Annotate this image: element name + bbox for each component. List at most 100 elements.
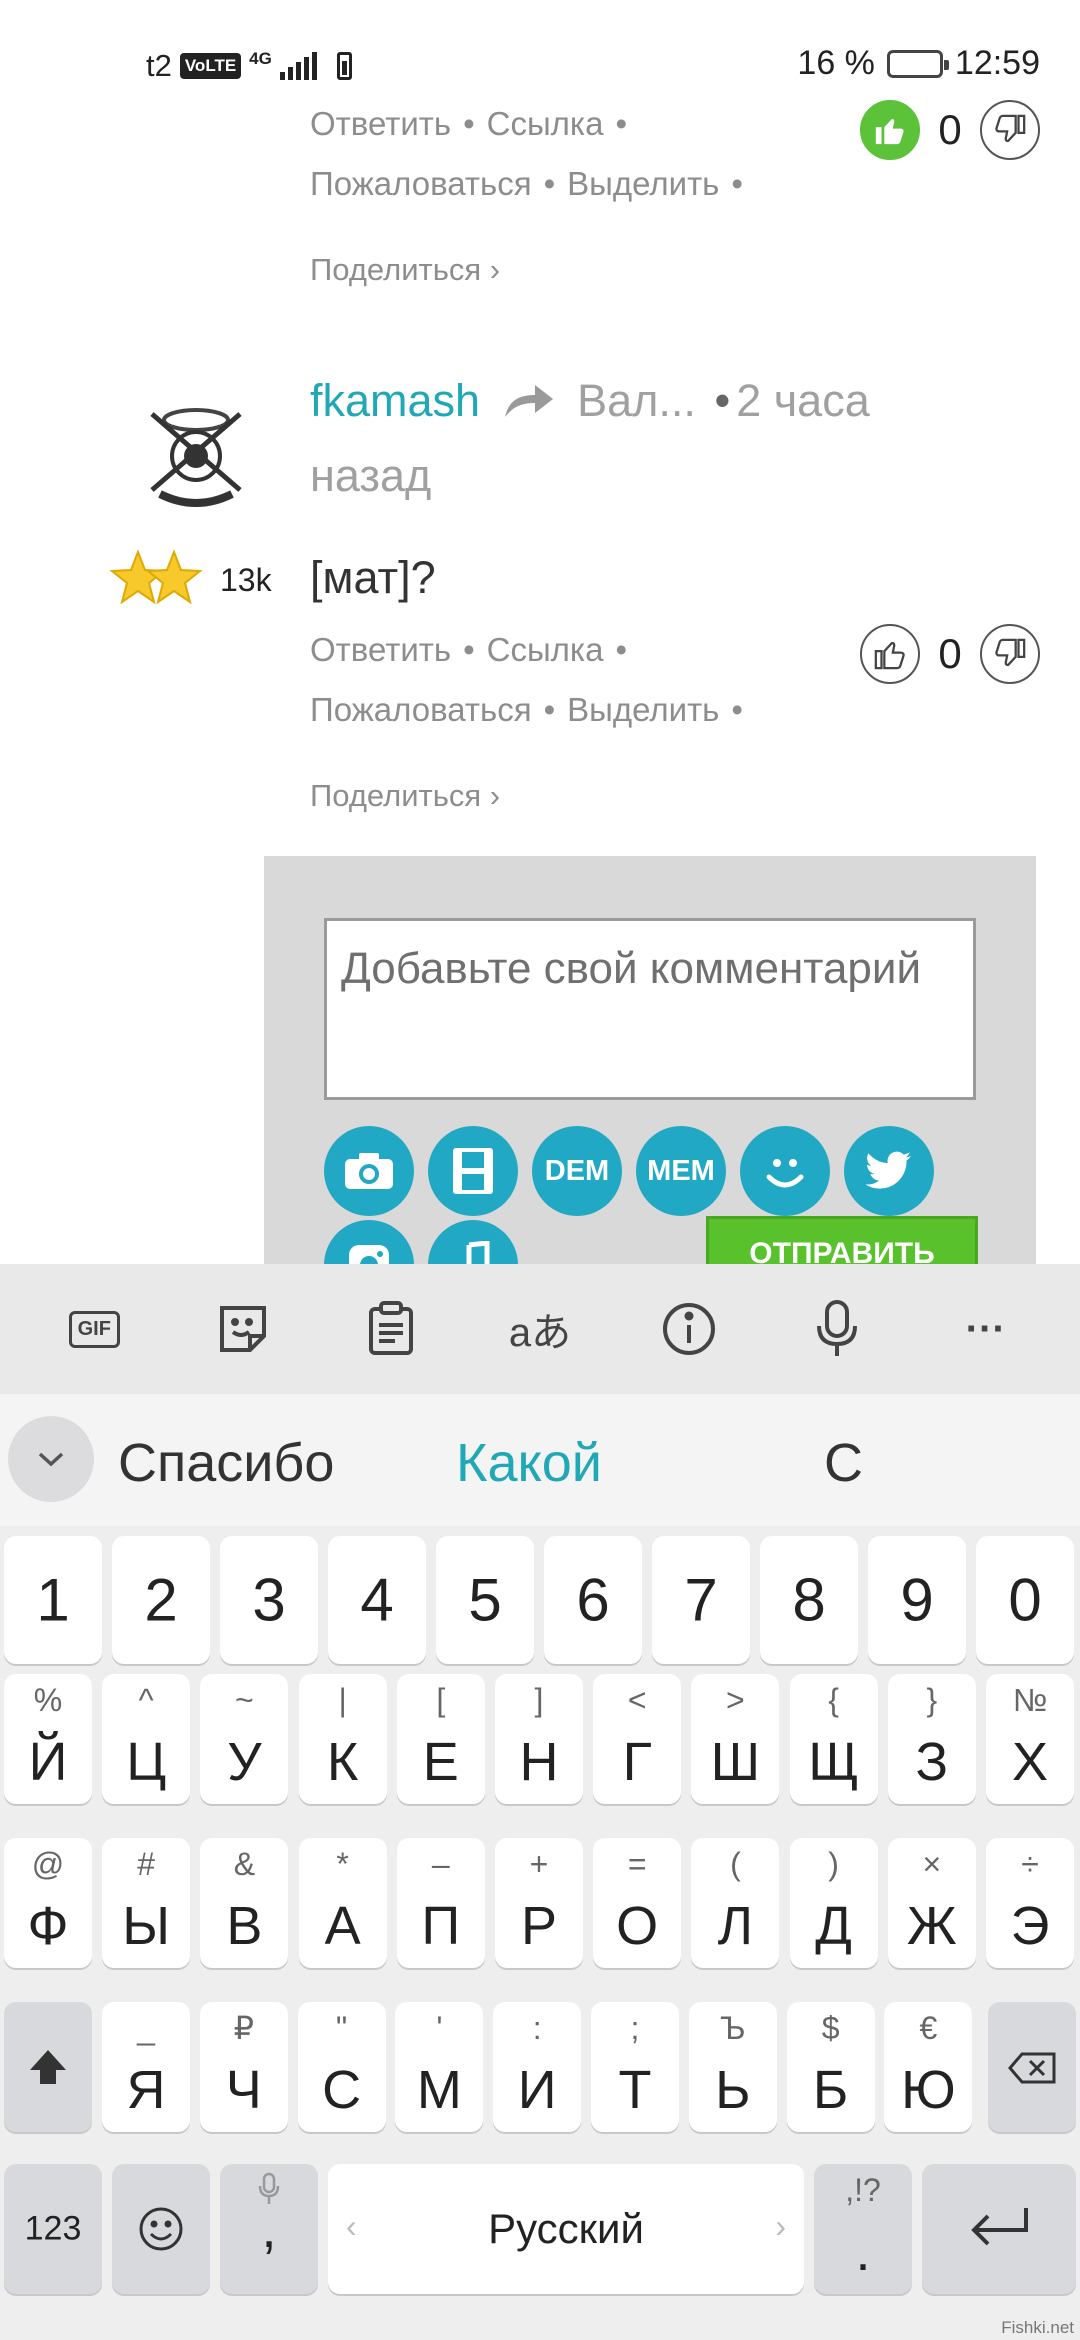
key-Л[interactable]: (Л [691,1838,780,1968]
dem-button[interactable]: DEM [532,1126,622,1216]
mic-icon[interactable] [797,1289,877,1369]
key-Ч[interactable]: ₽ Ч [199,2002,288,2132]
share-link[interactable]: Поделиться › [310,778,500,814]
key-Я[interactable]: _ Я [102,2002,190,2132]
symbols-key[interactable]: 123 [4,2164,102,2294]
space-key[interactable]: Русский ‹ › [328,2164,804,2294]
thumbs-down-icon[interactable] [980,624,1040,684]
key-Ш[interactable]: > Ш [691,1674,780,1804]
key-Э[interactable]: ÷ Э [986,1838,1074,1968]
key-М[interactable]: ' М [395,2002,484,2132]
key-8[interactable]: 8 [760,1536,858,1664]
key-Й[interactable]: % Й [4,1674,92,1804]
key-Е[interactable]: [Е [396,1674,485,1804]
key-Ж[interactable]: × Ж [887,1838,976,1968]
key-С[interactable]: " С [297,2002,386,2132]
key-5[interactable]: 5 [436,1536,534,1664]
key-И[interactable]: :И [493,2002,582,2132]
twitter-icon[interactable] [844,1126,934,1216]
key-О[interactable]: = О [593,1838,682,1968]
key-1[interactable]: 1 [4,1536,102,1664]
battery-icon [886,49,949,78]
key-Ы[interactable]: # Ы [102,1838,191,1968]
key-9[interactable]: 9 [868,1536,966,1664]
key-Ь[interactable]: ЪЬ [688,2002,777,2132]
chevron-down-icon[interactable] [8,1416,94,1502]
key-Д[interactable]: ) Д [789,1838,878,1968]
key-В[interactable]: & В [200,1838,289,1968]
key-И-alt: : [532,2010,542,2046]
reply-to-user[interactable]: Вал... [577,375,696,426]
status-left: t2 VoLTE 4G [146,48,352,84]
suggestion-1[interactable]: Спасибо [118,1432,334,1494]
smiley-icon[interactable] [740,1126,830,1216]
key-7[interactable]: 7 [652,1536,750,1664]
info-icon[interactable] [649,1289,729,1369]
status-right: 16 % 12:59 [797,44,1040,83]
key-Р-alt: + [529,1846,549,1882]
video-icon[interactable] [428,1126,518,1216]
clipboard-icon[interactable] [351,1289,431,1369]
link-link[interactable]: Ссылка [487,105,604,142]
thumbs-up-icon[interactable] [860,624,920,684]
key-4[interactable]: 4 [328,1536,426,1664]
key-П[interactable]: – П [396,1838,485,1968]
key-З[interactable]: } З [887,1674,976,1804]
key-0[interactable]: 0 [976,1536,1074,1664]
key-Х[interactable]: № Х [986,1674,1074,1804]
key-Б[interactable]: $ Б [786,2002,875,2132]
report-link[interactable]: Пожаловаться [310,691,532,728]
key-2[interactable]: 2 [112,1536,210,1664]
link-link[interactable]: Ссылка [487,631,604,668]
key-Э-label: Э [1010,1896,1050,1956]
highlight-link[interactable]: Выделить [567,691,719,728]
key-Х-alt: № [1012,1682,1048,1718]
comment-input[interactable]: Добавьте свой комментарий [324,918,976,1100]
key-3[interactable]: 3 [220,1536,318,1664]
report-link[interactable]: Пожаловаться [310,165,532,202]
key-Щ[interactable]: {Щ [789,1674,878,1804]
sticker-icon[interactable] [203,1289,283,1369]
key-Ф[interactable]: @ Ф [4,1838,92,1968]
thumbs-up-icon[interactable] [860,100,920,160]
prev-share-link[interactable]: Поделиться › [310,252,500,288]
highlight-link[interactable]: Выделить [567,165,719,202]
key-Н[interactable]: ] Н [495,1674,583,1804]
enter-key[interactable] [922,2164,1076,2294]
gif-label: GIF [68,1310,120,1348]
key-Ф-label: Ф [27,1896,69,1956]
shift-key[interactable] [4,2002,92,2132]
backspace-icon [1008,2052,1056,2084]
suggestion-2[interactable]: Какой [456,1432,602,1494]
emoji-key[interactable] [112,2164,210,2294]
key-4-label: 4 [360,1566,394,1634]
thumbs-down-icon[interactable] [980,100,1040,160]
reply-link[interactable]: Ответить [310,631,451,668]
reply-link[interactable]: Ответить [310,105,451,142]
key-Ц[interactable]: ^ Ц [102,1674,191,1804]
camera-icon[interactable] [324,1126,414,1216]
username-link[interactable]: fkamash [310,375,480,426]
key-Т[interactable]: ; Т [591,2002,679,2132]
key-Р[interactable]: + Р [495,1838,583,1968]
carrier-label: t2 [146,48,172,83]
key-6[interactable]: 6 [544,1536,642,1664]
translate-icon[interactable]: aあ [500,1289,580,1369]
more-icon[interactable]: ··· [946,1289,1026,1369]
key-Г[interactable]: < Г [593,1674,682,1804]
comma-key[interactable]: , [220,2164,318,2294]
key-Ц-label: Ц [126,1732,167,1792]
avatar[interactable] [134,390,258,514]
backspace-key[interactable] [988,2002,1076,2132]
key-9-label: 9 [900,1566,934,1634]
key-3-label: 3 [252,1566,286,1634]
key-Ю[interactable]: € Ю [884,2002,973,2132]
key-У[interactable]: ~ У [200,1674,289,1804]
mem-button[interactable]: MEM [636,1126,726,1216]
gif-icon[interactable]: GIF [54,1289,134,1369]
suggestion-3[interactable]: С [824,1432,863,1494]
period-key[interactable]: ,!?. [814,2164,912,2294]
key-П-label: П [421,1896,461,1956]
key-К[interactable]: | К [298,1674,387,1804]
key-А[interactable]: * А [298,1838,387,1968]
